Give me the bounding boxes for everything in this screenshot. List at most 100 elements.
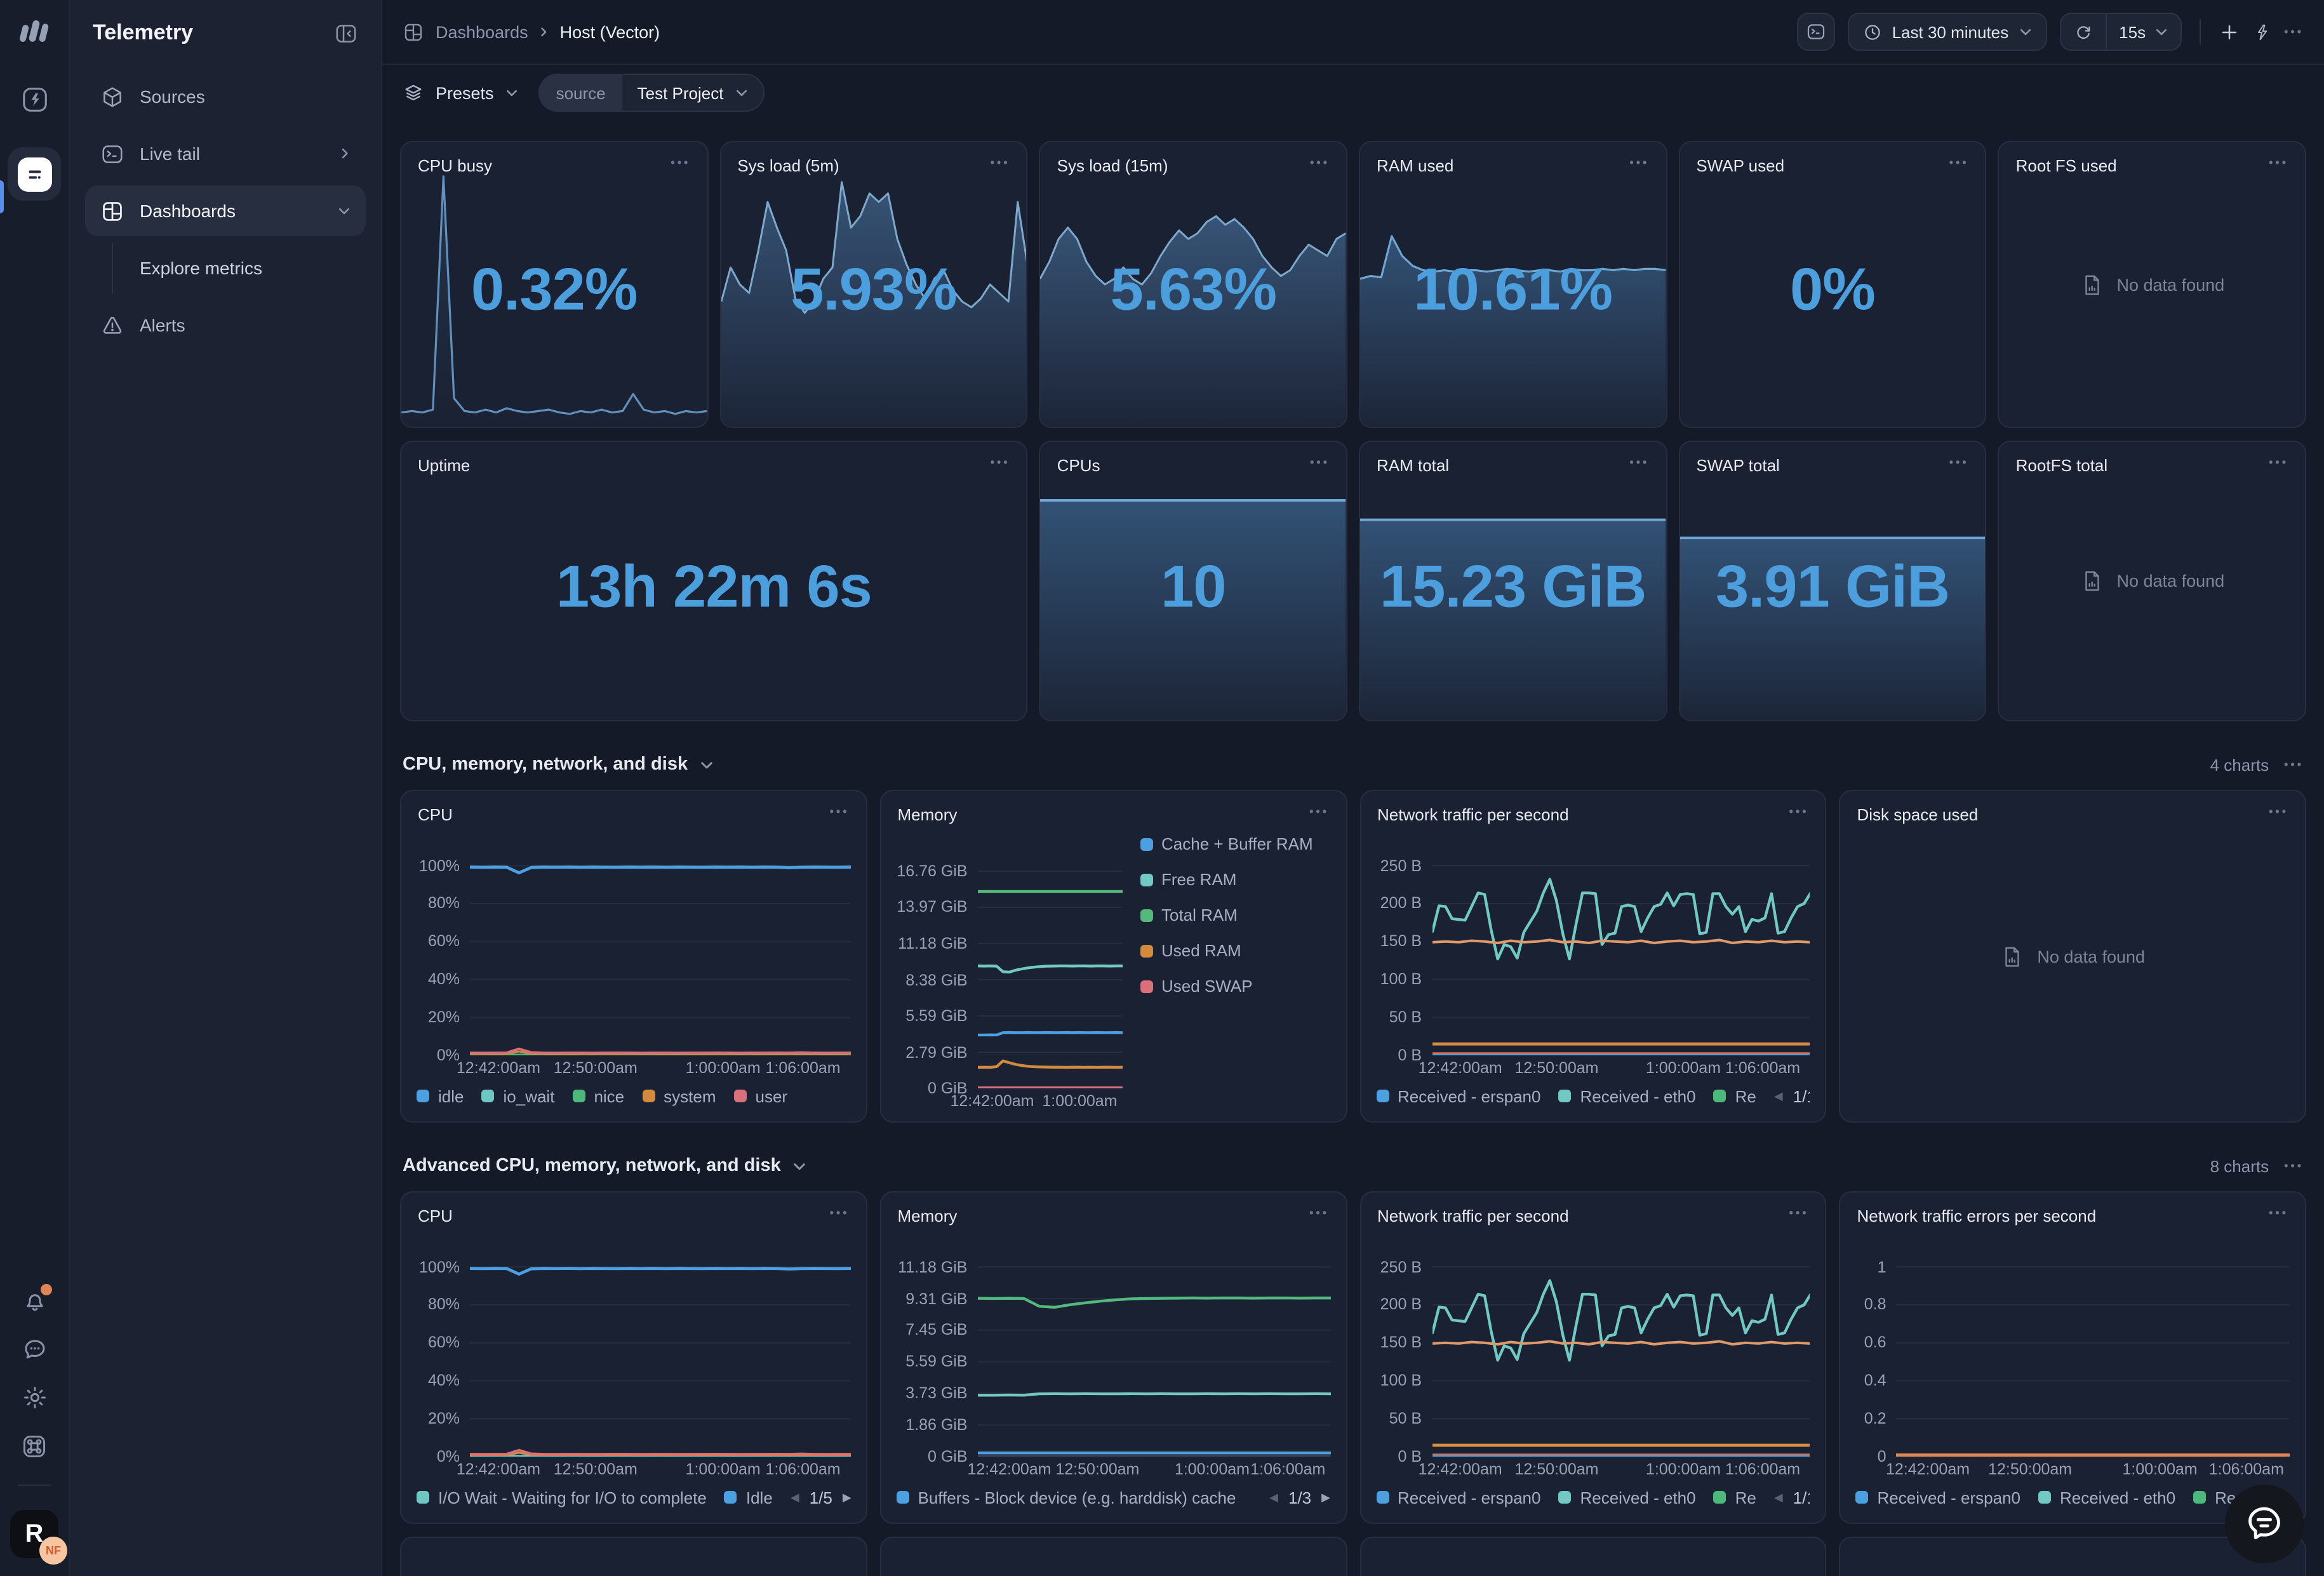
legend-item[interactable]: Used SWAP (1140, 977, 1330, 996)
no-data-label: No data found (2117, 275, 2225, 294)
card-menu-icon[interactable]: ••• (2269, 805, 2288, 818)
card-menu-icon[interactable]: ••• (830, 805, 850, 818)
x-axis: 12:42:00am12:50:00am1:00:00am1:06:00am (1432, 1055, 1810, 1078)
workspace-avatar[interactable]: R NF (10, 1510, 58, 1558)
time-range-selector[interactable]: Last 30 minutes (1848, 13, 2047, 51)
command-menu-icon[interactable] (20, 1432, 48, 1460)
legend-next-icon[interactable]: ▶ (1321, 1490, 1330, 1504)
legend-item[interactable]: Buffers - Block device (e.g. harddisk) c… (897, 1488, 1236, 1507)
stat-value: 10.61% (1360, 254, 1666, 324)
x-axis-label: 1:00:00am (1646, 1059, 1721, 1077)
sidebar-collapse-icon[interactable] (334, 21, 358, 45)
stat-value: 5.93% (721, 254, 1026, 324)
section-title-toggle[interactable]: CPU, memory, network, and disk (403, 754, 713, 775)
legend-item[interactable]: Cache + Buffer RAM (1140, 834, 1330, 853)
card-menu-icon[interactable]: ••• (671, 156, 690, 169)
legend-item[interactable]: system (642, 1086, 716, 1105)
presets-selector[interactable]: Presets (403, 82, 518, 104)
chart-card-partial (1359, 1537, 1827, 1576)
legend-item[interactable]: user (734, 1086, 788, 1105)
x-axis-label: 1:00:00am (2122, 1460, 2197, 1478)
refresh-interval-selector[interactable]: 15s (2106, 14, 2180, 50)
terminal-view-button[interactable] (1797, 13, 1835, 51)
chart-card-memory-advanced: Memory••• 11.18 GiB9.31 GiB7.45 GiB5.59 … (880, 1191, 1347, 1524)
y-axis-label: 100 B (1380, 970, 1422, 988)
quick-actions-bolt-icon[interactable] (2252, 22, 2271, 41)
card-menu-icon[interactable]: ••• (1310, 456, 1330, 469)
theme-sun-icon[interactable] (21, 1384, 48, 1411)
legend-item[interactable]: Received - erspan0 (1856, 1488, 2020, 1507)
source-filter[interactable]: source Test Project (538, 74, 765, 112)
feedback-chat-icon[interactable] (21, 1336, 48, 1363)
card-menu-icon[interactable]: ••• (1309, 1206, 1329, 1219)
events-rail-icon[interactable] (11, 76, 57, 122)
refresh-button[interactable] (2060, 14, 2105, 50)
breadcrumb-dashboards[interactable]: Dashboards (436, 22, 528, 41)
card-menu-icon[interactable]: ••• (1949, 156, 1969, 169)
legend-swatch-icon (1140, 944, 1152, 957)
brand-logo-icon[interactable] (18, 18, 51, 43)
legend-item[interactable]: idle (417, 1086, 464, 1105)
legend-item[interactable]: Received - erspan0 (1376, 1086, 1540, 1105)
legend-next-icon[interactable]: ▶ (843, 1490, 851, 1504)
telemetry-rail-icon-active[interactable] (8, 147, 61, 201)
legend-swatch-icon (1558, 1090, 1571, 1102)
section-menu-icon[interactable]: ••• (2284, 1159, 2304, 1172)
legend-prev-icon[interactable]: ◀ (1774, 1490, 1783, 1504)
card-menu-icon[interactable]: ••• (1789, 1206, 1809, 1219)
legend-item[interactable]: Re (1714, 1488, 1756, 1507)
legend-pagination: ◀1/11▶ (1774, 1086, 1810, 1105)
sidebar-item-live-tail[interactable]: Live tail (85, 128, 366, 179)
sidebar-item-sources[interactable]: Sources (85, 71, 366, 122)
section-menu-icon[interactable]: ••• (2284, 758, 2304, 771)
card-menu-icon[interactable]: ••• (2269, 1206, 2288, 1219)
topbar-more-icon[interactable]: ••• (2284, 25, 2304, 38)
legend-item[interactable]: Total RAM (1140, 905, 1330, 925)
card-menu-icon[interactable]: ••• (1949, 456, 1969, 469)
legend-item[interactable]: Received - eth0 (1558, 1488, 1695, 1507)
x-axis-label: 12:50:00am (1988, 1460, 2072, 1478)
card-menu-icon[interactable]: ••• (991, 156, 1010, 169)
legend-item[interactable]: Received - eth0 (1558, 1086, 1695, 1105)
refresh-icon (2073, 22, 2092, 41)
legend-prev-icon[interactable]: ◀ (1269, 1490, 1278, 1504)
legend-item[interactable]: I/O Wait - Waiting for I/O to complete (417, 1488, 707, 1507)
card-menu-icon[interactable]: ••• (1789, 805, 1809, 818)
add-panel-icon[interactable] (2218, 21, 2240, 43)
legend-prev-icon[interactable]: ◀ (791, 1490, 799, 1504)
legend-item[interactable]: Received - eth0 (2038, 1488, 2175, 1507)
legend-item[interactable]: Used RAM (1140, 941, 1330, 960)
legend-swatch-icon (572, 1090, 585, 1102)
card-menu-icon[interactable]: ••• (1309, 805, 1329, 818)
filter-bar: Presets source Test Project (382, 65, 2324, 121)
legend-item[interactable]: Free RAM (1140, 870, 1330, 889)
section-title-toggle[interactable]: Advanced CPU, memory, network, and disk (403, 1156, 806, 1176)
x-axis-label: 12:42:00am (457, 1460, 540, 1478)
card-menu-icon[interactable]: ••• (2269, 156, 2288, 169)
legend-prev-icon[interactable]: ◀ (1774, 1089, 1783, 1103)
sidebar-item-alerts[interactable]: Alerts (85, 300, 366, 351)
stat-card-root-fs-used: Root FS used••• No data found (1998, 141, 2306, 428)
legend-item[interactable]: Re (1714, 1086, 1756, 1105)
notifications-bell-icon[interactable] (21, 1288, 48, 1314)
support-chat-fab[interactable] (2225, 1485, 2304, 1563)
card-menu-icon[interactable]: ••• (1629, 156, 1649, 169)
y-axis-label: 80% (428, 895, 460, 912)
legend-item[interactable]: Received - erspan0 (1376, 1488, 1540, 1507)
app-window: R NF Telemetry Sources Live tail (0, 0, 2324, 1576)
card-menu-icon[interactable]: ••• (991, 456, 1010, 469)
stat-card-sys-load-15m: Sys load (15m)••• 5.63% (1039, 141, 1347, 428)
sidebar-item-explore-metrics[interactable]: Explore metrics (112, 243, 366, 293)
alert-triangle-icon (100, 313, 124, 337)
legend-item[interactable]: Idle (725, 1488, 773, 1507)
card-menu-icon[interactable]: ••• (2269, 456, 2288, 469)
legend-item[interactable]: nice (572, 1086, 624, 1105)
chevron-down-icon (699, 761, 713, 770)
card-title: SWAP used (1696, 156, 1784, 175)
card-menu-icon[interactable]: ••• (1629, 456, 1649, 469)
card-menu-icon[interactable]: ••• (830, 1206, 850, 1219)
sidebar-item-dashboards[interactable]: Dashboards (85, 185, 366, 236)
legend-item[interactable]: io_wait (482, 1086, 555, 1105)
legend-page-indicator: 1/11 (1793, 1086, 1810, 1105)
card-menu-icon[interactable]: ••• (1310, 156, 1330, 169)
